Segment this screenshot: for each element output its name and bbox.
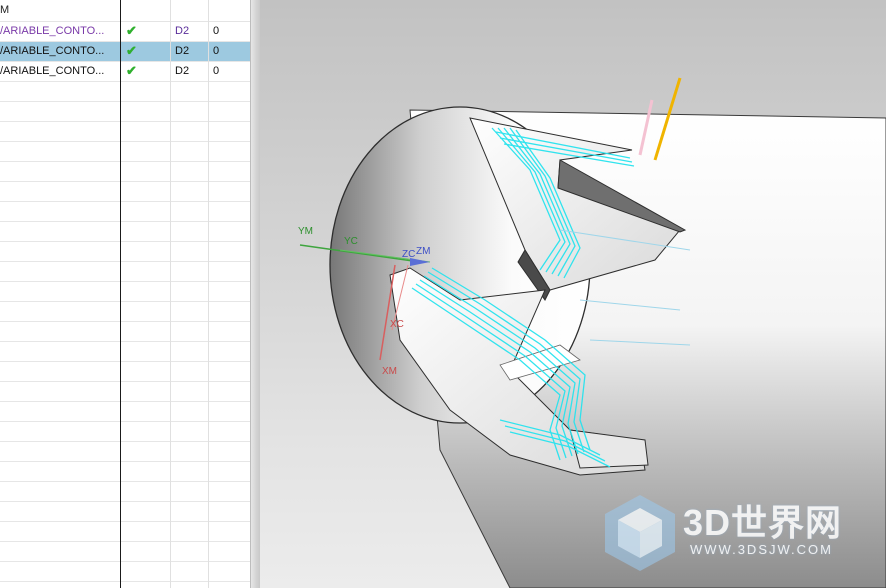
empty-row[interactable] <box>0 282 250 302</box>
operation-row-selected[interactable]: /ARIABLE_CONTO... ✔ D2 0 <box>0 42 250 62</box>
tool-name: D2 <box>175 65 190 77</box>
operation-value: 0 <box>213 45 220 57</box>
empty-row[interactable] <box>0 462 250 482</box>
empty-row[interactable] <box>0 182 250 202</box>
watermark-brand: 3D世界网 <box>683 502 843 543</box>
operation-list: /ARIABLE_CONTO... ✔ D2 0 /ARIABLE_CONTO.… <box>0 22 250 588</box>
empty-row[interactable] <box>0 122 250 142</box>
empty-row[interactable] <box>0 222 250 242</box>
checkmark-icon: ✔ <box>126 23 137 38</box>
empty-row[interactable] <box>0 402 250 422</box>
triad-label-xc: XC <box>390 319 404 330</box>
empty-row[interactable] <box>0 362 250 382</box>
navigator-header: M <box>0 0 250 22</box>
operation-name: /ARIABLE_CONTO... <box>0 45 105 57</box>
triad-label-zc: ZC <box>402 249 416 260</box>
empty-row[interactable] <box>0 442 250 462</box>
navigator-header-label: M <box>0 4 10 16</box>
empty-row[interactable] <box>0 422 250 442</box>
operation-value: 0 <box>213 65 220 77</box>
column-divider[interactable] <box>170 0 171 588</box>
empty-row[interactable] <box>0 102 250 122</box>
empty-row[interactable] <box>0 142 250 162</box>
tool-name: D2 <box>175 45 190 57</box>
empty-row[interactable] <box>0 162 250 182</box>
operation-navigator: M /ARIABLE_CONTO... ✔ D2 0 /ARIABLE_CONT… <box>0 0 250 588</box>
empty-row[interactable] <box>0 242 250 262</box>
empty-row[interactable] <box>0 562 250 582</box>
graphics-window[interactable]: YM YC ZC ZM XC XM 3D世界网 WWW.3DSJW.COM <box>260 0 886 588</box>
triad-label-yc: YC <box>344 236 358 247</box>
column-divider[interactable] <box>120 0 121 588</box>
empty-row[interactable] <box>0 502 250 522</box>
empty-row[interactable] <box>0 82 250 102</box>
empty-row[interactable] <box>0 382 250 402</box>
cube-logo-icon <box>605 495 675 571</box>
triad-label-zm: ZM <box>416 246 431 257</box>
empty-row[interactable] <box>0 262 250 282</box>
operation-name: /ARIABLE_CONTO... <box>0 65 105 77</box>
watermark-url: WWW.3DSJW.COM <box>690 542 833 557</box>
operation-row[interactable]: /ARIABLE_CONTO... ✔ D2 0 <box>0 22 250 42</box>
empty-rows <box>0 82 250 588</box>
tool-name: D2 <box>175 25 190 37</box>
empty-row[interactable] <box>0 302 250 322</box>
empty-row[interactable] <box>0 482 250 502</box>
watermark: 3D世界网 WWW.3DSJW.COM <box>600 490 870 580</box>
empty-row[interactable] <box>0 522 250 542</box>
empty-row[interactable] <box>0 582 250 588</box>
empty-row[interactable] <box>0 322 250 342</box>
checkmark-icon: ✔ <box>126 43 137 58</box>
operation-value: 0 <box>213 25 220 37</box>
column-divider[interactable] <box>208 0 209 588</box>
operation-name: /ARIABLE_CONTO... <box>0 25 105 37</box>
triad-label-ym: YM <box>298 226 313 237</box>
triad-label-xm: XM <box>382 366 397 377</box>
checkmark-icon: ✔ <box>126 63 137 78</box>
empty-row[interactable] <box>0 542 250 562</box>
empty-row[interactable] <box>0 202 250 222</box>
operation-row[interactable]: /ARIABLE_CONTO... ✔ D2 0 <box>0 62 250 82</box>
empty-row[interactable] <box>0 342 250 362</box>
